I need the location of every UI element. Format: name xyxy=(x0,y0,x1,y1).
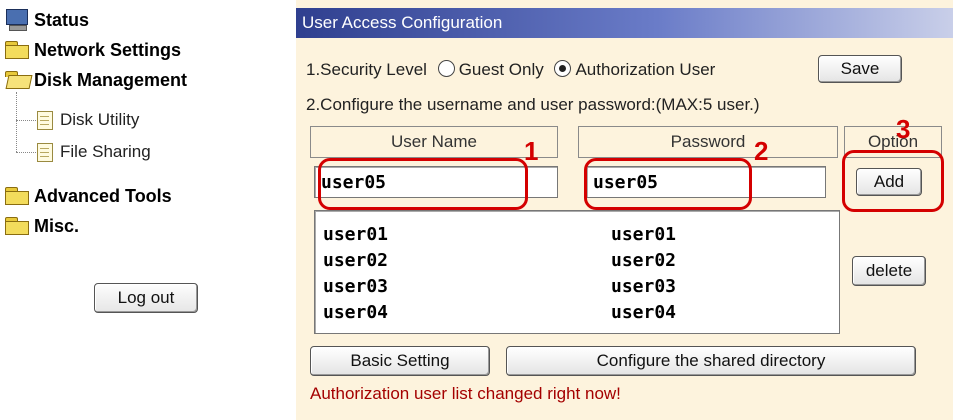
annotation-oval-password xyxy=(584,158,752,210)
list-item[interactable]: user01 user01 xyxy=(323,221,833,247)
save-button[interactable]: Save xyxy=(818,55,902,83)
monitor-icon xyxy=(4,9,30,31)
annotation-number-1: 1 xyxy=(524,136,539,166)
sidebar-item-label: Misc. xyxy=(34,215,80,236)
list-password: user04 xyxy=(611,302,677,323)
folder-icon xyxy=(4,187,30,205)
sidebar-nav: Status Network Settings Disk Management … xyxy=(0,0,290,420)
annotation-oval-add xyxy=(842,150,944,212)
annotation-number-2: 2 xyxy=(754,136,769,166)
sidebar-item-disk-management[interactable]: Disk Management xyxy=(4,68,187,92)
panel-title: User Access Configuration xyxy=(296,8,953,38)
list-item[interactable]: user03 user03 xyxy=(323,273,833,299)
user-list[interactable]: user01 user01 user02 user02 user03 user0… xyxy=(314,210,840,334)
list-username: user02 xyxy=(323,250,389,271)
list-username: user03 xyxy=(323,276,389,297)
radio-auth-label: Authorization User xyxy=(575,60,716,79)
list-item[interactable]: user04 user04 xyxy=(323,299,833,325)
list-item[interactable]: user02 user02 xyxy=(323,247,833,273)
logout-button[interactable]: Log out xyxy=(94,283,198,313)
sidebar-item-label: Status xyxy=(34,9,90,30)
sidebar-item-label: Network Settings xyxy=(34,39,182,60)
security-level-row: 1.Security Level Guest Only Authorizatio… xyxy=(306,60,715,80)
list-username: user04 xyxy=(323,302,389,323)
document-icon xyxy=(36,110,54,130)
folder-icon xyxy=(4,217,30,235)
sidebar-item-status[interactable]: Status xyxy=(4,8,89,32)
user-access-panel: User Access Configuration 1.Security Lev… xyxy=(296,0,953,420)
column-header-password: Password xyxy=(578,126,838,158)
folder-icon xyxy=(4,41,30,59)
sidebar-item-advanced-tools[interactable]: Advanced Tools xyxy=(4,184,172,208)
radio-guest-only[interactable] xyxy=(437,60,455,77)
document-icon xyxy=(36,142,54,162)
configure-instructions: 2.Configure the username and user passwo… xyxy=(306,95,760,114)
radio-authorization-user[interactable] xyxy=(554,60,572,77)
sidebar-subitem-disk-utility[interactable]: Disk Utility xyxy=(36,108,139,132)
annotation-oval-username xyxy=(318,158,528,210)
sidebar-item-misc[interactable]: Misc. xyxy=(4,214,79,238)
sidebar-subitem-label: Disk Utility xyxy=(60,110,140,129)
sidebar-item-label: Advanced Tools xyxy=(34,185,172,206)
tree-connector xyxy=(16,92,17,152)
radio-guest-label: Guest Only xyxy=(458,60,544,79)
tree-connector xyxy=(16,120,36,121)
security-level-label: 1.Security Level xyxy=(306,60,427,79)
sidebar-subitem-label: File Sharing xyxy=(60,142,151,161)
status-message: Authorization user list changed right no… xyxy=(310,384,621,403)
list-password: user02 xyxy=(611,250,677,271)
tree-connector xyxy=(16,152,36,153)
column-header-username: User Name xyxy=(310,126,558,158)
list-password: user03 xyxy=(611,276,677,297)
list-username: user01 xyxy=(323,224,389,245)
sidebar-subitem-file-sharing[interactable]: File Sharing xyxy=(36,140,151,164)
configure-shared-directory-button[interactable]: Configure the shared directory xyxy=(506,346,916,376)
basic-setting-button[interactable]: Basic Setting xyxy=(310,346,490,376)
annotation-number-3: 3 xyxy=(896,114,911,144)
delete-user-button[interactable]: delete xyxy=(852,256,926,286)
list-password: user01 xyxy=(611,224,677,245)
sidebar-item-label: Disk Management xyxy=(34,69,188,90)
folder-open-icon xyxy=(4,71,33,89)
sidebar-item-network-settings[interactable]: Network Settings xyxy=(4,38,181,62)
